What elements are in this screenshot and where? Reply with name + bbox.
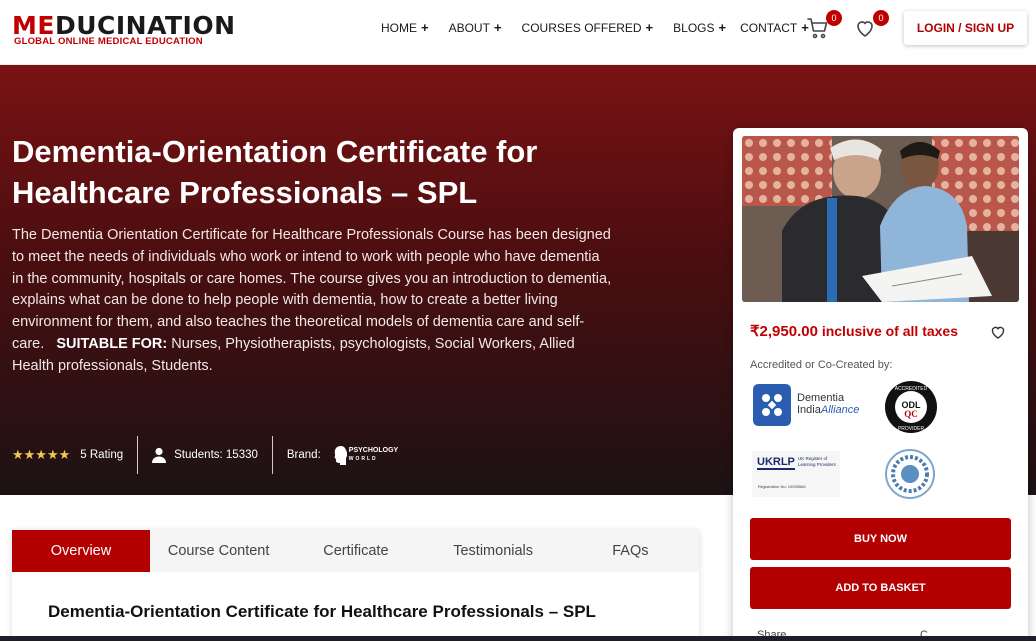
rating-stars-icon: ★★★★★ bbox=[12, 447, 71, 462]
course-description: The Dementia Orientation Certificate for… bbox=[12, 227, 612, 374]
buy-now-button[interactable]: BUY NOW bbox=[750, 518, 1011, 560]
plus-icon: + bbox=[645, 20, 654, 35]
svg-text:PROVIDER: PROVIDER bbox=[898, 426, 925, 432]
tab-testimonials[interactable]: Testimonials bbox=[425, 530, 562, 572]
stats-divider bbox=[137, 436, 139, 474]
plus-icon: + bbox=[493, 20, 502, 35]
ukrlp-logo: UKRLP UK Register of Learning Providers … bbox=[752, 451, 840, 497]
dementia-india-alliance-logo: Dementia IndiaAlliance bbox=[753, 384, 873, 428]
seal-icon bbox=[885, 449, 935, 499]
nav-item-contact[interactable]: CONTACT + bbox=[740, 20, 809, 36]
nav-item-blogs[interactable]: BLOGS + bbox=[673, 20, 726, 36]
course-price: ₹2,950.00 inclusive of all taxes bbox=[750, 323, 958, 340]
head-profile-icon bbox=[334, 446, 347, 465]
tab-overview[interactable]: Overview bbox=[12, 530, 150, 572]
odl-qc-logo: ODL QC ACCREDITED PROVIDER bbox=[884, 380, 938, 434]
purchase-card: ₹2,950.00 inclusive of all taxes Accredi… bbox=[733, 128, 1028, 641]
stats-divider bbox=[271, 436, 273, 474]
site-logo[interactable]: MEDUCINATION GLOBAL ONLINE MEDICAL EDUCA… bbox=[12, 12, 235, 48]
nav-item-home[interactable]: HOME + bbox=[381, 20, 429, 36]
site-header: MEDUCINATION GLOBAL ONLINE MEDICAL EDUCA… bbox=[0, 0, 1036, 65]
course-stats: ★★★★★ 5 Rating Students: 15330 Brand: PS… bbox=[12, 435, 398, 475]
bottom-edge bbox=[0, 636, 1036, 641]
logo-tagline: GLOBAL ONLINE MEDICAL EDUCATION bbox=[14, 36, 203, 47]
suitable-for-label: SUITABLE FOR: bbox=[56, 335, 168, 352]
tab-course-content[interactable]: Course Content bbox=[150, 530, 287, 572]
accredited-label: Accredited or Co-Created by: bbox=[750, 359, 893, 371]
wishlist-button[interactable]: 0 bbox=[853, 10, 889, 40]
add-to-basket-button[interactable]: ADD TO BASKET bbox=[750, 567, 1011, 609]
plus-icon: + bbox=[421, 20, 429, 35]
rating-label: 5 Rating bbox=[80, 449, 124, 461]
accreditation-seal-logo bbox=[884, 448, 936, 500]
students-count: Students: 15330 bbox=[174, 449, 258, 461]
tab-certificate[interactable]: Certificate bbox=[287, 530, 424, 572]
course-photo bbox=[742, 136, 1019, 302]
tab-faqs[interactable]: FAQs bbox=[562, 530, 699, 572]
course-tabs-panel: Overview Course Content Certificate Test… bbox=[12, 530, 699, 641]
course-tabs: Overview Course Content Certificate Test… bbox=[12, 530, 699, 572]
login-signup-button[interactable]: LOGIN / SIGN UP bbox=[904, 11, 1027, 45]
dementia-alliance-icon bbox=[753, 384, 791, 426]
overview-heading: Dementia-Orientation Certificate for Hea… bbox=[48, 602, 596, 621]
svg-text:QC: QC bbox=[904, 409, 918, 419]
svg-text:ACCREDITED: ACCREDITED bbox=[895, 386, 928, 392]
plus-icon: + bbox=[718, 20, 727, 35]
brand-logo[interactable]: PSYCHOLOGY WORLD bbox=[333, 445, 398, 465]
wishlist-count-badge: 0 bbox=[873, 10, 889, 26]
odl-qc-badge-icon: ODL QC ACCREDITED PROVIDER bbox=[885, 381, 937, 433]
nav-item-about[interactable]: ABOUT + bbox=[449, 20, 502, 36]
course-title: Dementia-Orientation Certificate for Hea… bbox=[12, 134, 538, 210]
user-icon bbox=[152, 447, 167, 463]
cart-button[interactable]: 0 bbox=[806, 10, 842, 40]
brand-label: Brand: bbox=[286, 449, 321, 461]
nav-item-courses[interactable]: COURSES OFFERED + bbox=[522, 20, 654, 36]
course-image bbox=[742, 136, 1019, 302]
main-nav: HOME + ABOUT + COURSES OFFERED + BLOGS + CON… bbox=[381, 20, 829, 36]
cart-count-badge: 0 bbox=[826, 10, 842, 26]
wishlist-heart-icon[interactable] bbox=[990, 324, 1006, 340]
